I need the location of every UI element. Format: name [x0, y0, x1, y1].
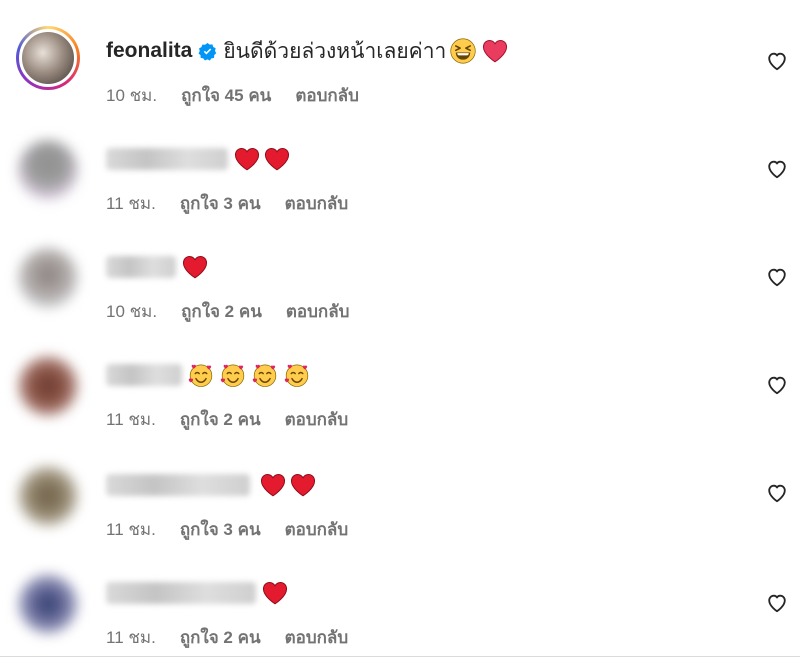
heart-emoji	[262, 582, 288, 605]
heart-outline-icon[interactable]	[766, 592, 788, 614]
username-redacted	[106, 148, 228, 170]
heart-emoji	[260, 474, 286, 497]
like-count[interactable]: ถูกใจ 45 คน	[181, 82, 271, 109]
heart-outline-icon[interactable]	[766, 158, 788, 180]
comment-meta: 10 ชม. ถูกใจ 45 คน ตอบกลับ	[106, 82, 359, 109]
like-count[interactable]: ถูกใจ 2 คน	[180, 406, 261, 433]
avatar-image	[18, 140, 78, 200]
like-count[interactable]: ถูกใจ 3 คน	[180, 516, 261, 543]
avatar[interactable]	[16, 138, 80, 202]
like-count[interactable]: ถูกใจ 2 คน	[181, 298, 262, 325]
comment-text: ยินดีด้วยล่วงหน้าเลยค่าา	[223, 39, 447, 63]
comment-meta: 11 ชม. ถูกใจ 2 คน ตอบกลับ	[106, 406, 348, 433]
comment-time: 10 ชม.	[106, 302, 158, 321]
like-count[interactable]: ถูกใจ 2 คน	[180, 624, 261, 651]
avatar-image	[18, 466, 78, 526]
avatar[interactable]	[16, 26, 80, 90]
comment-meta: 10 ชม. ถูกใจ 2 คน ตอบกลับ	[106, 298, 349, 325]
smiling-face-with-hearts-emoji	[220, 364, 245, 387]
avatar[interactable]	[16, 464, 80, 528]
comment-item: 11 ชม. ถูกใจ 3 คน ตอบกลับ	[0, 136, 800, 236]
heart-emoji	[483, 40, 508, 63]
reply-button[interactable]: ตอบกลับ	[285, 406, 349, 433]
avatar-image	[18, 356, 78, 416]
username-redacted	[106, 474, 250, 496]
reply-button[interactable]: ตอบกลับ	[285, 516, 349, 543]
grinning-squinting-face-emoji	[450, 38, 476, 64]
reply-button[interactable]: ตอบกลับ	[295, 82, 359, 109]
heart-emoji	[290, 474, 316, 497]
comment-time: 10 ชม.	[106, 86, 158, 105]
smiling-face-with-hearts-emoji	[252, 364, 277, 387]
avatar-image	[18, 574, 78, 634]
like-count[interactable]: ถูกใจ 3 คน	[180, 190, 261, 217]
heart-outline-icon[interactable]	[766, 374, 788, 396]
comment-time: 11 ชม.	[106, 410, 156, 429]
avatar[interactable]	[16, 354, 80, 418]
comment-item: feonalita ยินดีด้วยล่วงหน้าเลยค่าา 10 ชม…	[0, 26, 800, 126]
comment-header	[106, 578, 292, 608]
reply-button[interactable]: ตอบกลับ	[285, 624, 349, 651]
comment-item: 11 ชม. ถูกใจ 2 คน ตอบกลับ	[0, 352, 800, 452]
heart-outline-icon[interactable]	[766, 50, 788, 72]
heart-emoji	[264, 148, 290, 171]
username[interactable]: feonalita	[106, 39, 192, 63]
comment-item: 11 ชม. ถูกใจ 3 คน ตอบกลับ	[0, 462, 800, 562]
username-redacted	[106, 364, 182, 386]
avatar-image	[19, 29, 77, 87]
heart-outline-icon[interactable]	[766, 266, 788, 288]
reply-button[interactable]: ตอบกลับ	[286, 298, 350, 325]
heart-emoji	[182, 256, 208, 279]
avatar[interactable]	[16, 572, 80, 636]
divider	[0, 656, 800, 657]
comment-header	[106, 144, 294, 174]
comment-meta: 11 ชม. ถูกใจ 2 คน ตอบกลับ	[106, 624, 348, 651]
comments-list: feonalita ยินดีด้วยล่วงหน้าเลยค่าา 10 ชม…	[0, 0, 800, 662]
verified-badge-icon	[198, 42, 217, 61]
avatar-image	[18, 248, 78, 308]
heart-outline-icon[interactable]	[766, 482, 788, 504]
comment-item: 11 ชม. ถูกใจ 2 คน ตอบกลับ	[0, 570, 800, 670]
comment-item: 10 ชม. ถูกใจ 2 คน ตอบกลับ	[0, 244, 800, 344]
comment-header	[106, 252, 212, 282]
heart-emoji	[234, 148, 260, 171]
reply-button[interactable]: ตอบกลับ	[285, 190, 349, 217]
username-redacted	[106, 582, 256, 604]
comment-header	[106, 470, 320, 500]
avatar[interactable]	[16, 246, 80, 310]
username-redacted	[106, 256, 176, 278]
smiling-face-with-hearts-emoji	[188, 364, 213, 387]
smiling-face-with-hearts-emoji	[284, 364, 309, 387]
comment-time: 11 ชม.	[106, 520, 156, 539]
comment-header	[106, 360, 316, 390]
comment-time: 11 ชม.	[106, 628, 156, 647]
comment-meta: 11 ชม. ถูกใจ 3 คน ตอบกลับ	[106, 190, 348, 217]
comment-time: 11 ชม.	[106, 194, 156, 213]
comment-meta: 11 ชม. ถูกใจ 3 คน ตอบกลับ	[106, 516, 348, 543]
comment-header: feonalita ยินดีด้วยล่วงหน้าเลยค่าา	[106, 36, 512, 66]
